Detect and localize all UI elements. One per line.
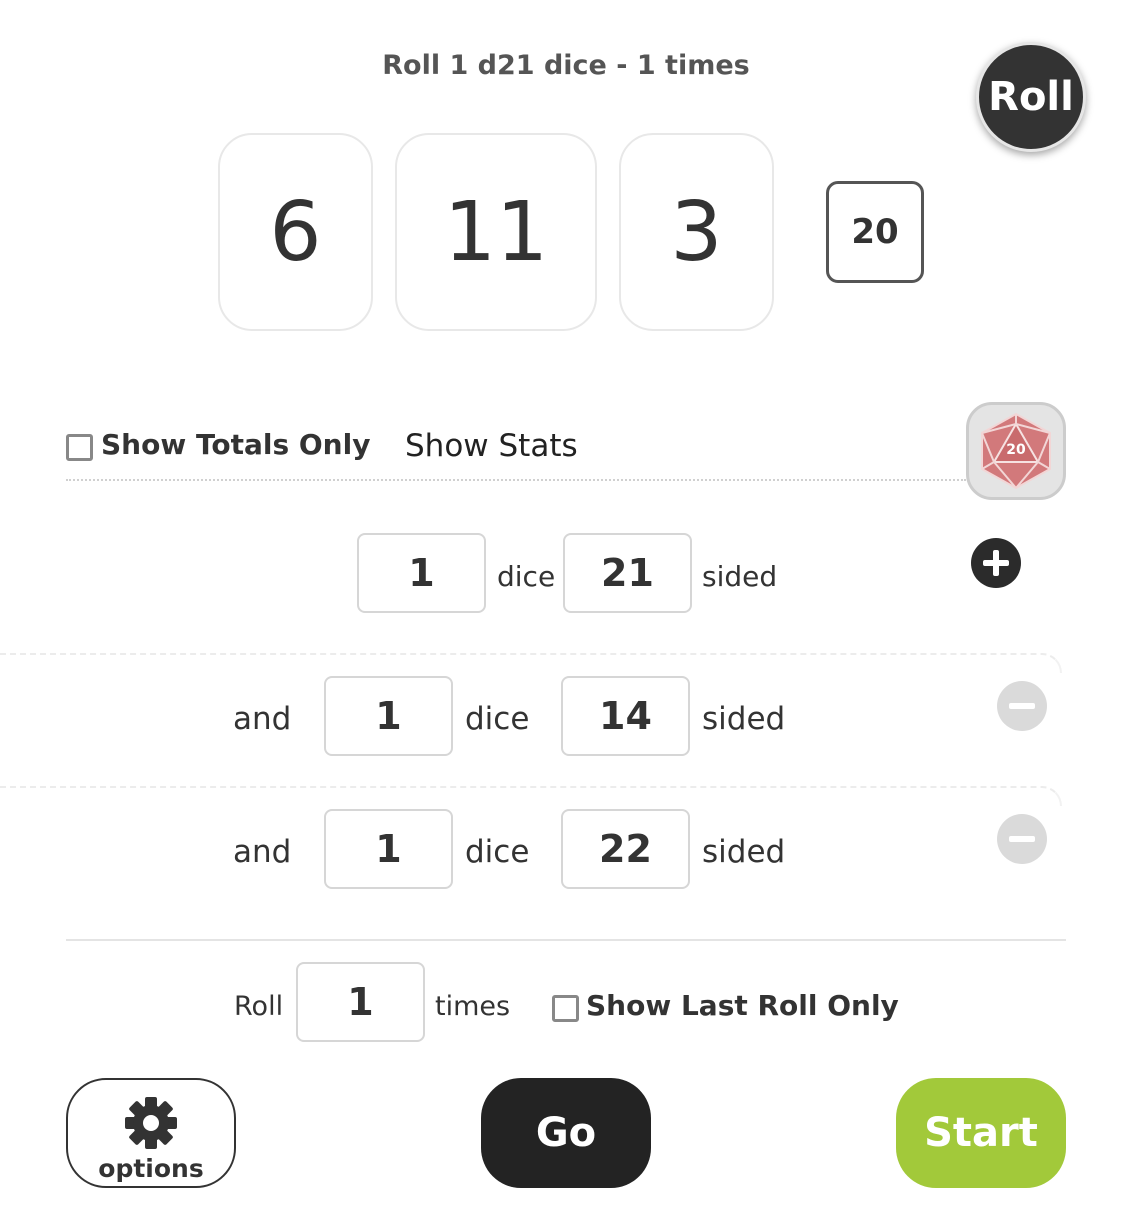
dice-count-input[interactable]: 1: [357, 533, 486, 613]
go-button[interactable]: Go: [481, 1078, 651, 1188]
show-stats-link[interactable]: Show Stats: [405, 428, 578, 464]
show-totals-only-label[interactable]: Show Totals Only: [101, 428, 370, 461]
remove-dice-row-button[interactable]: [997, 681, 1047, 731]
times-word: times: [435, 991, 511, 1022]
d20-dice-icon: 20: [981, 412, 1051, 490]
row-separator: [0, 786, 1062, 806]
row-separator: [0, 653, 1062, 673]
result-value: 3: [619, 133, 774, 331]
roll-times-input[interactable]: 1: [296, 962, 425, 1042]
options-label: options: [98, 1154, 204, 1183]
dice-count-input[interactable]: 1: [324, 809, 453, 889]
dice-sides-input[interactable]: 22: [561, 809, 690, 889]
sided-word: sided: [702, 560, 778, 593]
show-last-roll-only-label[interactable]: Show Last Roll Only: [586, 989, 899, 1022]
add-dice-row-button[interactable]: [971, 538, 1021, 588]
dice-word: dice: [465, 701, 530, 737]
sided-word: sided: [702, 701, 786, 737]
options-button[interactable]: options: [66, 1078, 236, 1188]
roll-button[interactable]: Roll: [976, 42, 1086, 152]
result-total: 20: [826, 181, 924, 283]
sided-word: sided: [702, 834, 786, 870]
and-word: and: [233, 701, 292, 737]
dice-word: dice: [465, 834, 530, 870]
gear-icon: [125, 1097, 177, 1149]
roll-summary-title: Roll 1 d21 dice - 1 times: [382, 50, 750, 81]
plus-icon-stroke: [993, 550, 999, 576]
and-word: and: [233, 834, 292, 870]
result-value: 6: [218, 133, 373, 331]
minus-icon: [1009, 836, 1035, 842]
divider: [66, 939, 1066, 941]
d20-number: 20: [1006, 442, 1026, 458]
result-value: 11: [395, 133, 597, 331]
dice-word: dice: [497, 560, 556, 593]
remove-dice-row-button[interactable]: [997, 814, 1047, 864]
show-totals-only-checkbox[interactable]: [66, 434, 93, 461]
divider: [66, 479, 966, 481]
minus-icon: [1009, 703, 1035, 709]
dice-sides-input[interactable]: 21: [563, 533, 692, 613]
dice-sides-input[interactable]: 14: [561, 676, 690, 756]
dice-type-button[interactable]: 20: [966, 402, 1066, 500]
show-last-roll-only-checkbox[interactable]: [552, 995, 579, 1022]
roll-word: Roll: [234, 991, 284, 1022]
dice-count-input[interactable]: 1: [324, 676, 453, 756]
start-button[interactable]: Start: [896, 1078, 1066, 1188]
